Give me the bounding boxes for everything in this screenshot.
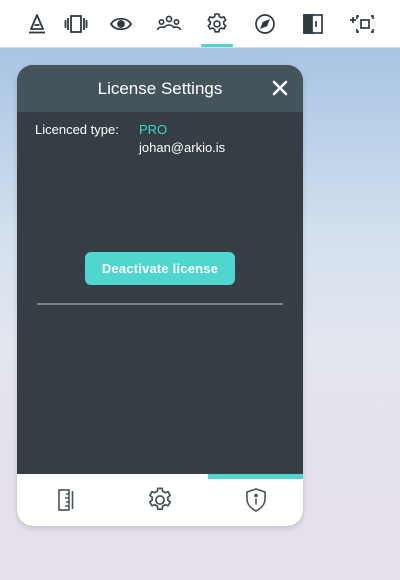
top-toolbar [0,0,400,48]
divider [37,303,283,305]
section-icon [303,13,323,34]
tab-license-info[interactable] [208,474,303,526]
tab-settings[interactable] [112,474,207,526]
tab-measure[interactable] [17,474,112,526]
licence-email: johan@arkio.is [139,140,226,155]
licence-type-value: PRO [139,122,168,137]
people-icon [156,15,182,30]
toolbar-section-tool[interactable] [289,0,337,47]
active-tool-indicator [201,44,233,47]
panel-footer-tabs [17,474,303,526]
toolbar-add-view-tool[interactable] [338,0,386,47]
close-button[interactable] [269,77,291,99]
panel-title: License Settings [97,79,223,98]
ruler-icon [57,489,73,511]
compass-icon [255,13,275,34]
deactivate-license-button[interactable]: Deactivate license [85,252,235,285]
gear-icon [207,12,227,33]
panel-header: License Settings [17,65,303,112]
gear-icon [148,487,171,510]
toolbar-people-tool[interactable] [145,0,193,47]
layers-icon [64,14,88,33]
license-settings-panel: License Settings Licenced type: PRO joha… [17,65,303,526]
toolbar-layers-tool[interactable] [52,0,100,47]
toolbar-settings-tool[interactable] [193,0,241,47]
shield-info-icon [245,488,266,512]
toolbar-navigate-tool[interactable] [241,0,289,47]
close-icon [272,80,288,96]
licence-type-label: Licenced type: [35,122,119,137]
toolbar-view-tool[interactable] [97,0,145,47]
active-tab-indicator [208,474,303,479]
add-view-icon [350,14,374,33]
draw-icon [29,13,45,33]
eye-icon [109,17,133,30]
